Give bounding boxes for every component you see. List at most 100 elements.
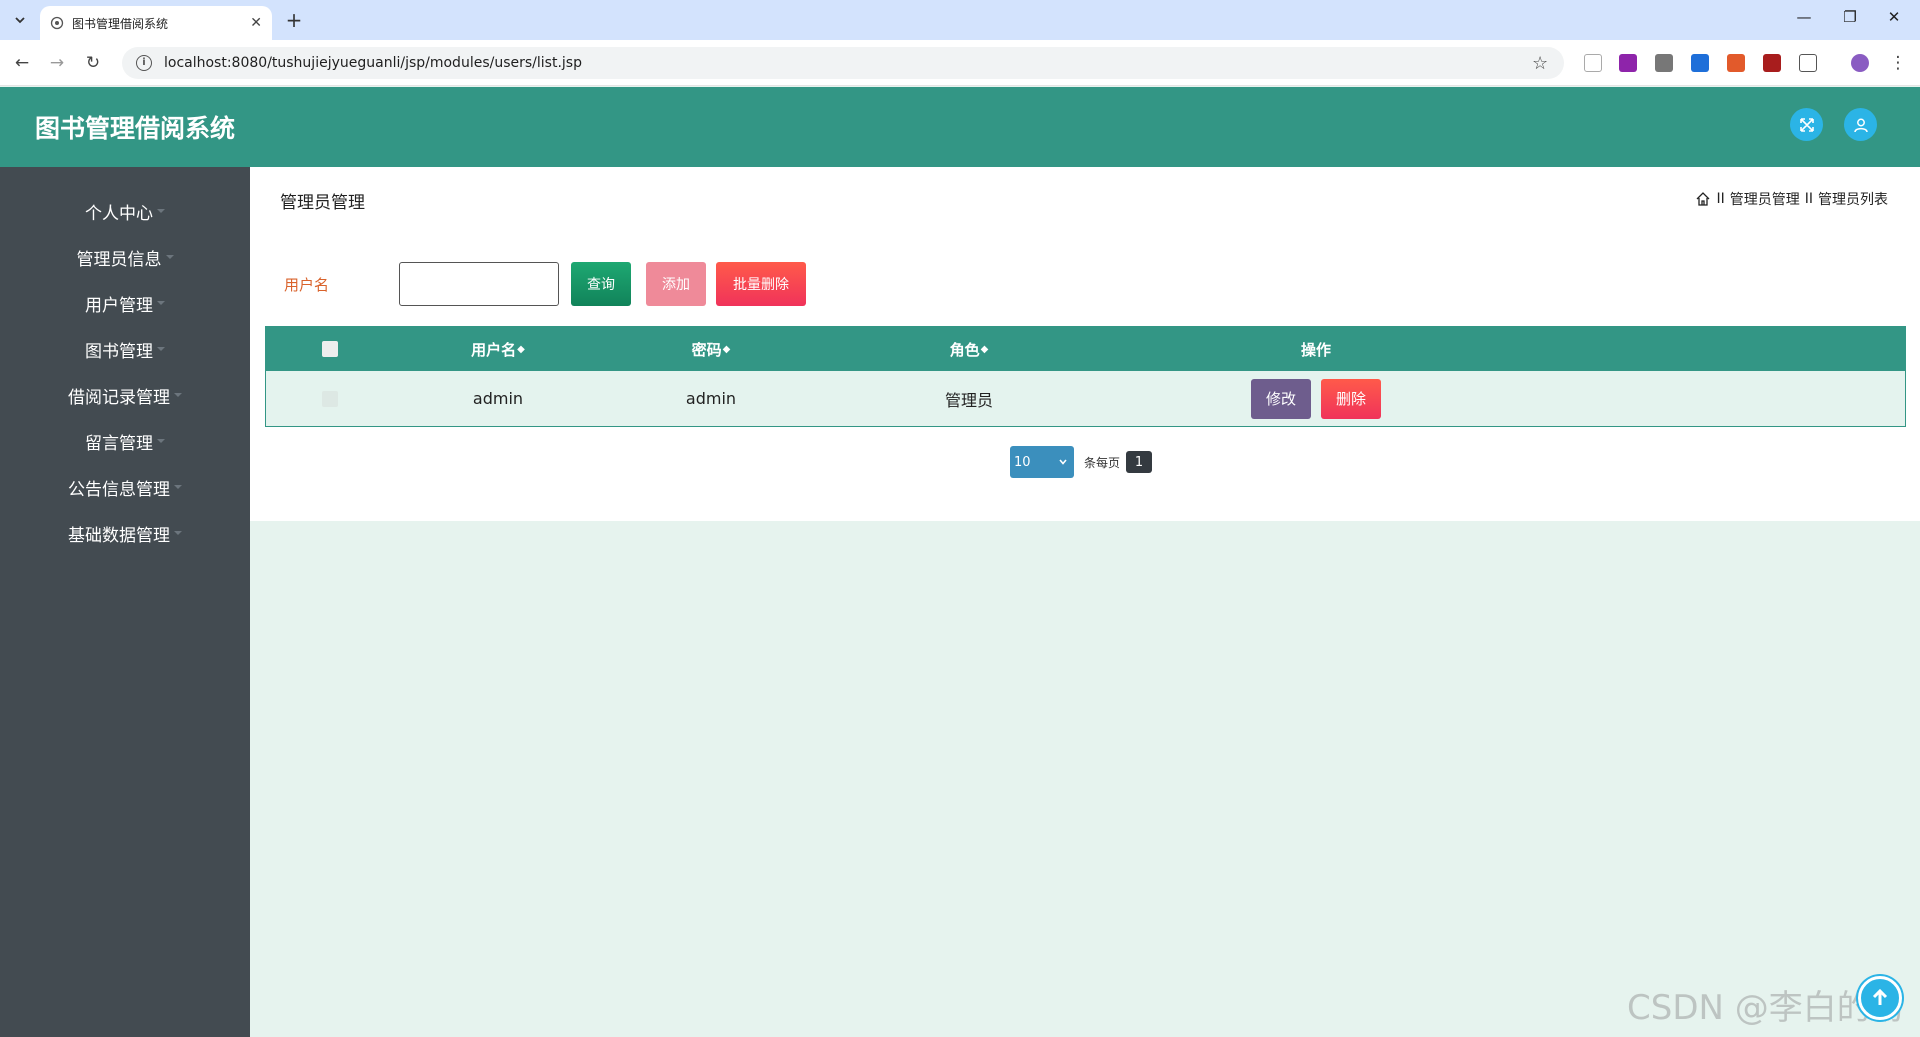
ublock-icon[interactable] xyxy=(1763,54,1781,72)
select-all-checkbox[interactable] xyxy=(322,341,338,357)
caret-down-icon xyxy=(174,393,182,397)
query-button[interactable]: 查询 xyxy=(571,262,631,306)
sidebar-item-admin-info[interactable]: 管理员信息 xyxy=(0,234,250,280)
page-size-value: 10 xyxy=(1014,454,1031,470)
reload-icon[interactable]: ↻ xyxy=(81,51,105,75)
sidebar-item-label: 管理员信息 xyxy=(76,249,162,270)
row-select-cell xyxy=(266,371,394,426)
row-checkbox[interactable] xyxy=(322,390,338,407)
sidebar-item-announcements[interactable]: 公告信息管理 xyxy=(0,464,250,510)
chevron-down-icon xyxy=(15,17,25,24)
content-panel: 管理员管理 II 管理员管理 II 管理员列表 用户名 查询 添加 批量删除 用… xyxy=(250,167,1920,521)
column-header-role[interactable]: 角色 ◆ xyxy=(934,327,1004,371)
sidebar-item-label: 基础数据管理 xyxy=(68,525,170,546)
breadcrumb-separator: II xyxy=(1716,191,1725,207)
breadcrumb-item[interactable]: 管理员管理 xyxy=(1730,189,1800,209)
tab-title: 图书管理借阅系统 xyxy=(72,16,169,31)
back-icon[interactable]: ← xyxy=(10,51,34,75)
select-all-cell xyxy=(266,327,394,371)
column-header-password[interactable]: 密码 ◆ xyxy=(676,327,746,371)
close-window-button[interactable]: ✕ xyxy=(1874,8,1914,32)
sidebar-item-label: 留言管理 xyxy=(85,433,153,454)
username-cell: admin xyxy=(472,389,524,408)
column-header-actions: 操作 xyxy=(1300,340,1331,359)
batch-delete-button[interactable]: 批量删除 xyxy=(716,262,806,306)
extension-icon[interactable] xyxy=(1584,54,1602,72)
tab-search-button[interactable] xyxy=(6,8,34,32)
new-tab-button[interactable]: + xyxy=(282,9,306,33)
page-size-select[interactable]: 10 xyxy=(1010,446,1074,478)
browser-tab[interactable]: 图书管理借阅系统 ✕ xyxy=(40,6,272,40)
sidebar-item-messages[interactable]: 留言管理 xyxy=(0,418,250,464)
app-header: 图书管理借阅系统 xyxy=(0,87,1920,167)
restore-button[interactable]: ❐ xyxy=(1830,8,1870,32)
sidebar-item-personal-center[interactable]: 个人中心 xyxy=(0,188,250,234)
site-icon xyxy=(50,16,64,30)
sidebar-item-label: 借阅记录管理 xyxy=(68,387,170,408)
username-search-input[interactable] xyxy=(399,262,559,306)
bookmark-star-icon[interactable]: ☆ xyxy=(1532,53,1564,74)
sidebar-item-label: 个人中心 xyxy=(85,203,153,224)
fullscreen-button[interactable] xyxy=(1790,108,1823,141)
user-button[interactable] xyxy=(1844,108,1877,141)
username-label: 用户名 xyxy=(284,276,330,294)
per-page-label: 条每页 xyxy=(1084,455,1121,470)
extension-icon[interactable] xyxy=(1619,54,1637,72)
browser-toolbar: ← → ↻ i localhost:8080/tushujiejyueguanl… xyxy=(0,40,1920,86)
sidebar-item-base-data[interactable]: 基础数据管理 xyxy=(0,510,250,556)
user-icon xyxy=(1853,118,1868,132)
home-icon[interactable] xyxy=(1695,191,1711,207)
table-header: 用户名 ◆ 密码 ◆ 角色 ◆ 操作 xyxy=(266,327,1905,371)
sort-icon: ◆ xyxy=(517,343,525,355)
caret-down-icon xyxy=(174,531,182,535)
password-cell: admin xyxy=(685,389,737,408)
breadcrumb: II 管理员管理 II 管理员列表 xyxy=(1695,189,1888,209)
sidebar-item-label: 图书管理 xyxy=(85,341,153,362)
fullscreen-icon xyxy=(1799,117,1814,132)
sidebar: 个人中心 管理员信息 用户管理 图书管理 借阅记录管理 留言管理 公告信息管理 … xyxy=(0,167,250,1037)
sidebar-item-books[interactable]: 图书管理 xyxy=(0,326,250,372)
pagination: 10 条每页 1 xyxy=(1010,446,1153,478)
sidebar-item-label: 用户管理 xyxy=(85,295,153,316)
table-row: admin admin 管理员 修改 删除 xyxy=(266,371,1905,426)
actions-cell: 修改 删除 xyxy=(1216,371,1416,426)
edit-button[interactable]: 修改 xyxy=(1250,378,1311,419)
back-to-top-button[interactable] xyxy=(1858,976,1902,1020)
extension-icon[interactable] xyxy=(1727,54,1745,72)
caret-down-icon xyxy=(157,301,165,305)
page-number-button[interactable]: 1 xyxy=(1126,451,1153,473)
tab-close-icon[interactable]: ✕ xyxy=(250,15,262,31)
url-text: localhost:8080/tushujiejyueguanli/jsp/mo… xyxy=(164,55,582,71)
caret-down-icon xyxy=(157,347,165,351)
breadcrumb-item: 管理员列表 xyxy=(1818,192,1888,208)
puzzle-icon[interactable] xyxy=(1799,54,1817,72)
role-cell: 管理员 xyxy=(944,390,993,410)
caret-down-icon xyxy=(165,255,174,259)
minimize-button[interactable]: — xyxy=(1784,8,1824,32)
sort-icon: ◆ xyxy=(980,343,989,355)
app-title: 图书管理借阅系统 xyxy=(35,114,236,143)
breadcrumb-separator: II xyxy=(1804,191,1813,207)
extension-icon[interactable] xyxy=(1691,54,1709,72)
add-button[interactable]: 添加 xyxy=(646,262,706,306)
sidebar-item-borrow-records[interactable]: 借阅记录管理 xyxy=(0,372,250,418)
page-title: 管理员管理 xyxy=(280,193,365,213)
forward-icon[interactable]: → xyxy=(45,51,69,75)
arrow-up-icon xyxy=(1872,988,1888,1005)
more-menu-icon[interactable]: ⋮ xyxy=(1886,51,1910,75)
site-info-icon[interactable]: i xyxy=(136,55,152,71)
extension-icon[interactable] xyxy=(1655,54,1673,72)
address-bar[interactable]: i localhost:8080/tushujiejyueguanli/jsp/… xyxy=(122,47,1564,79)
profile-avatar[interactable] xyxy=(1851,54,1869,72)
caret-down-icon xyxy=(157,439,165,443)
column-header-username[interactable]: 用户名 ◆ xyxy=(446,327,550,371)
delete-button[interactable]: 删除 xyxy=(1321,378,1382,419)
admin-table: 用户名 ◆ 密码 ◆ 角色 ◆ 操作 admin admin 管理员 修改 删除 xyxy=(265,326,1906,427)
caret-down-icon xyxy=(157,209,165,213)
sidebar-item-users[interactable]: 用户管理 xyxy=(0,280,250,326)
sidebar-item-label: 公告信息管理 xyxy=(68,479,170,500)
sort-icon: ◆ xyxy=(722,343,731,355)
browser-tab-bar: 图书管理借阅系统 ✕ + — ❐ ✕ xyxy=(0,0,1920,40)
chevron-down-icon xyxy=(1059,459,1067,465)
caret-down-icon xyxy=(174,485,182,489)
